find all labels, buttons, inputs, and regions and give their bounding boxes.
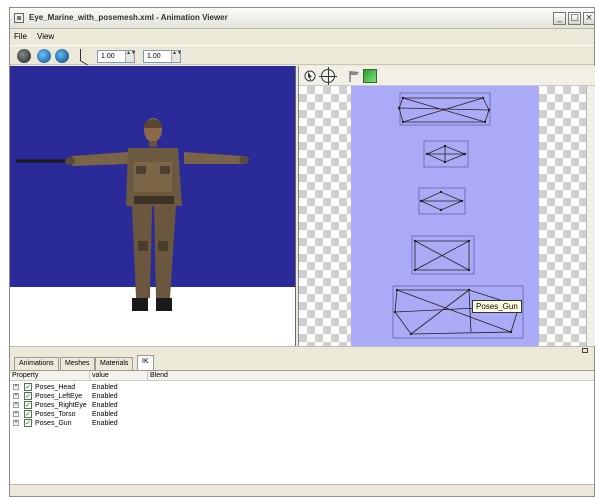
expand-icon[interactable]: + [13,402,19,408]
property-value[interactable]: Enabled [92,392,118,401]
tab-ik[interactable]: IK [137,355,154,370]
column-header-blend[interactable]: Blend [148,371,248,381]
column-header-property[interactable]: Property [10,371,90,381]
status-bar [10,484,594,496]
enable-checkbox[interactable]: ✓ [24,410,32,418]
title-bar[interactable]: Eye_Marine_with_posemesh.xml - Animation… [10,8,594,29]
restore-icon[interactable] [582,348,588,353]
pose-tooltip: Poses_Gun [472,300,522,313]
scale-spinbox-1[interactable]: 1.00 ▲▼ [97,50,136,63]
window-title: Eye_Marine_with_posemesh.xml - Animation… [29,13,228,22]
table-row[interactable]: + ✓ Poses_Gun Enabled [10,419,310,428]
sphere-blue-icon[interactable] [37,49,51,63]
property-value[interactable]: Enabled [92,383,118,392]
scale-spinbox-2[interactable]: 1.00 ▲▼ [143,50,182,63]
property-grid: Property value Blend + ✓ Poses_Head Enab… [10,370,594,496]
cursor-icon[interactable] [303,69,317,83]
marine-character [16,118,249,311]
tab-meshes[interactable]: Meshes [60,357,95,370]
menu-file[interactable]: File [14,32,27,41]
expand-icon[interactable]: + [13,393,19,399]
flag-icon[interactable] [347,69,361,83]
checker-background-left [299,86,351,346]
panel-splitter[interactable] [10,346,594,354]
3d-viewport[interactable] [10,66,296,346]
property-grid-header: Property value Blend [10,371,594,381]
maximize-button[interactable]: □ [568,12,581,25]
spinbox-2-value: 1.00 [147,53,161,60]
tab-materials[interactable]: Materials [95,357,134,370]
axis-icon[interactable] [74,48,90,64]
spin-arrows-icon[interactable]: ▲▼ [171,51,182,62]
enable-checkbox[interactable]: ✓ [24,392,32,400]
property-name: Poses_Torso [35,411,76,418]
enable-checkbox[interactable]: ✓ [24,383,32,391]
map-icon[interactable] [363,69,377,83]
expand-icon[interactable]: + [13,420,19,426]
property-value[interactable]: Enabled [92,410,118,419]
spinbox-1-value: 1.00 [101,53,115,60]
sphere-dark-icon[interactable] [17,49,31,63]
expand-icon[interactable]: + [13,384,19,390]
property-name: Poses_RightEye [35,402,87,409]
application-window: Eye_Marine_with_posemesh.xml - Animation… [9,7,595,497]
enable-checkbox[interactable]: ✓ [24,419,32,427]
table-row[interactable]: + ✓ Poses_RightEye Enabled [10,401,310,410]
tab-animations[interactable]: Animations [14,357,59,370]
enable-checkbox[interactable]: ✓ [24,401,32,409]
main-toolbar: 1.00 ▲▼ 1.00 ▲▼ [10,45,594,65]
expand-icon[interactable]: + [13,411,19,417]
close-button[interactable]: × [583,12,594,25]
property-name: Poses_Gun [35,420,72,427]
property-value[interactable]: Enabled [92,401,118,410]
menu-view[interactable]: View [37,32,54,41]
property-name: Poses_Head [35,384,76,391]
property-value[interactable]: Enabled [92,419,118,428]
vertical-scrollbar[interactable] [586,86,595,346]
pose-toolbar [299,66,595,86]
sphere-blue-2-icon[interactable] [55,49,69,63]
spin-arrows-icon[interactable]: ▲▼ [125,51,136,62]
column-header-value[interactable]: value [90,371,148,381]
table-row[interactable]: + ✓ Poses_Head Enabled [10,383,310,392]
table-row[interactable]: + ✓ Poses_LeftEye Enabled [10,392,310,401]
menu-bar: File View [10,30,594,44]
pose-editor-panel: Poses_Gun [298,66,595,346]
property-name: Poses_LeftEye [35,393,83,400]
bottom-tab-bar: Animations Meshes Materials IK [10,355,594,370]
crosshair-icon[interactable] [319,67,337,85]
table-row[interactable]: + ✓ Poses_Torso Enabled [10,410,310,419]
app-icon [14,13,24,23]
minimize-button[interactable]: _ [553,12,566,25]
